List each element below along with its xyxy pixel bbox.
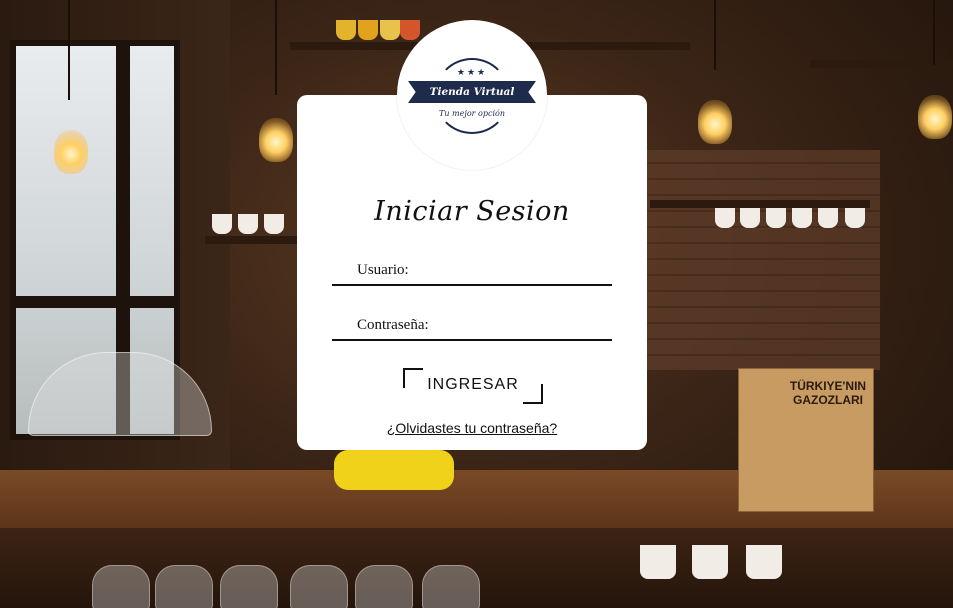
store-logo: ★★★ Tienda Virtual Tu mejor opción — [397, 20, 547, 170]
forgot-password-link[interactable]: ¿Olvidastes tu contraseña? — [297, 420, 647, 436]
logo-banner: Tienda Virtual — [408, 81, 536, 103]
soda-crate: TÜRKIYE'NIN GAZOZLARI — [738, 368, 874, 512]
light-bulb-icon — [698, 100, 732, 144]
username-field[interactable]: Usuario: — [332, 260, 616, 286]
light-bulb-icon — [918, 95, 952, 139]
logo-stars-icon: ★★★ — [456, 67, 488, 77]
login-button[interactable]: INGRESAR — [403, 368, 543, 404]
light-bulb-icon — [54, 130, 88, 174]
login-button-label: INGRESAR — [427, 376, 519, 393]
password-field[interactable]: Contraseña: — [332, 315, 616, 341]
logo-tagline: Tu mejor opción — [439, 109, 505, 118]
crate-label: TÜRKIYE'NIN GAZOZLARI — [789, 379, 867, 407]
light-bulb-icon — [259, 118, 293, 162]
password-input[interactable] — [332, 315, 616, 341]
brick-wall — [640, 150, 880, 370]
logo-brand-name: Tienda Virtual — [429, 86, 515, 98]
page-title: Iniciar Sesion — [374, 196, 570, 227]
username-input[interactable] — [332, 260, 616, 286]
yellow-bag — [334, 450, 454, 490]
